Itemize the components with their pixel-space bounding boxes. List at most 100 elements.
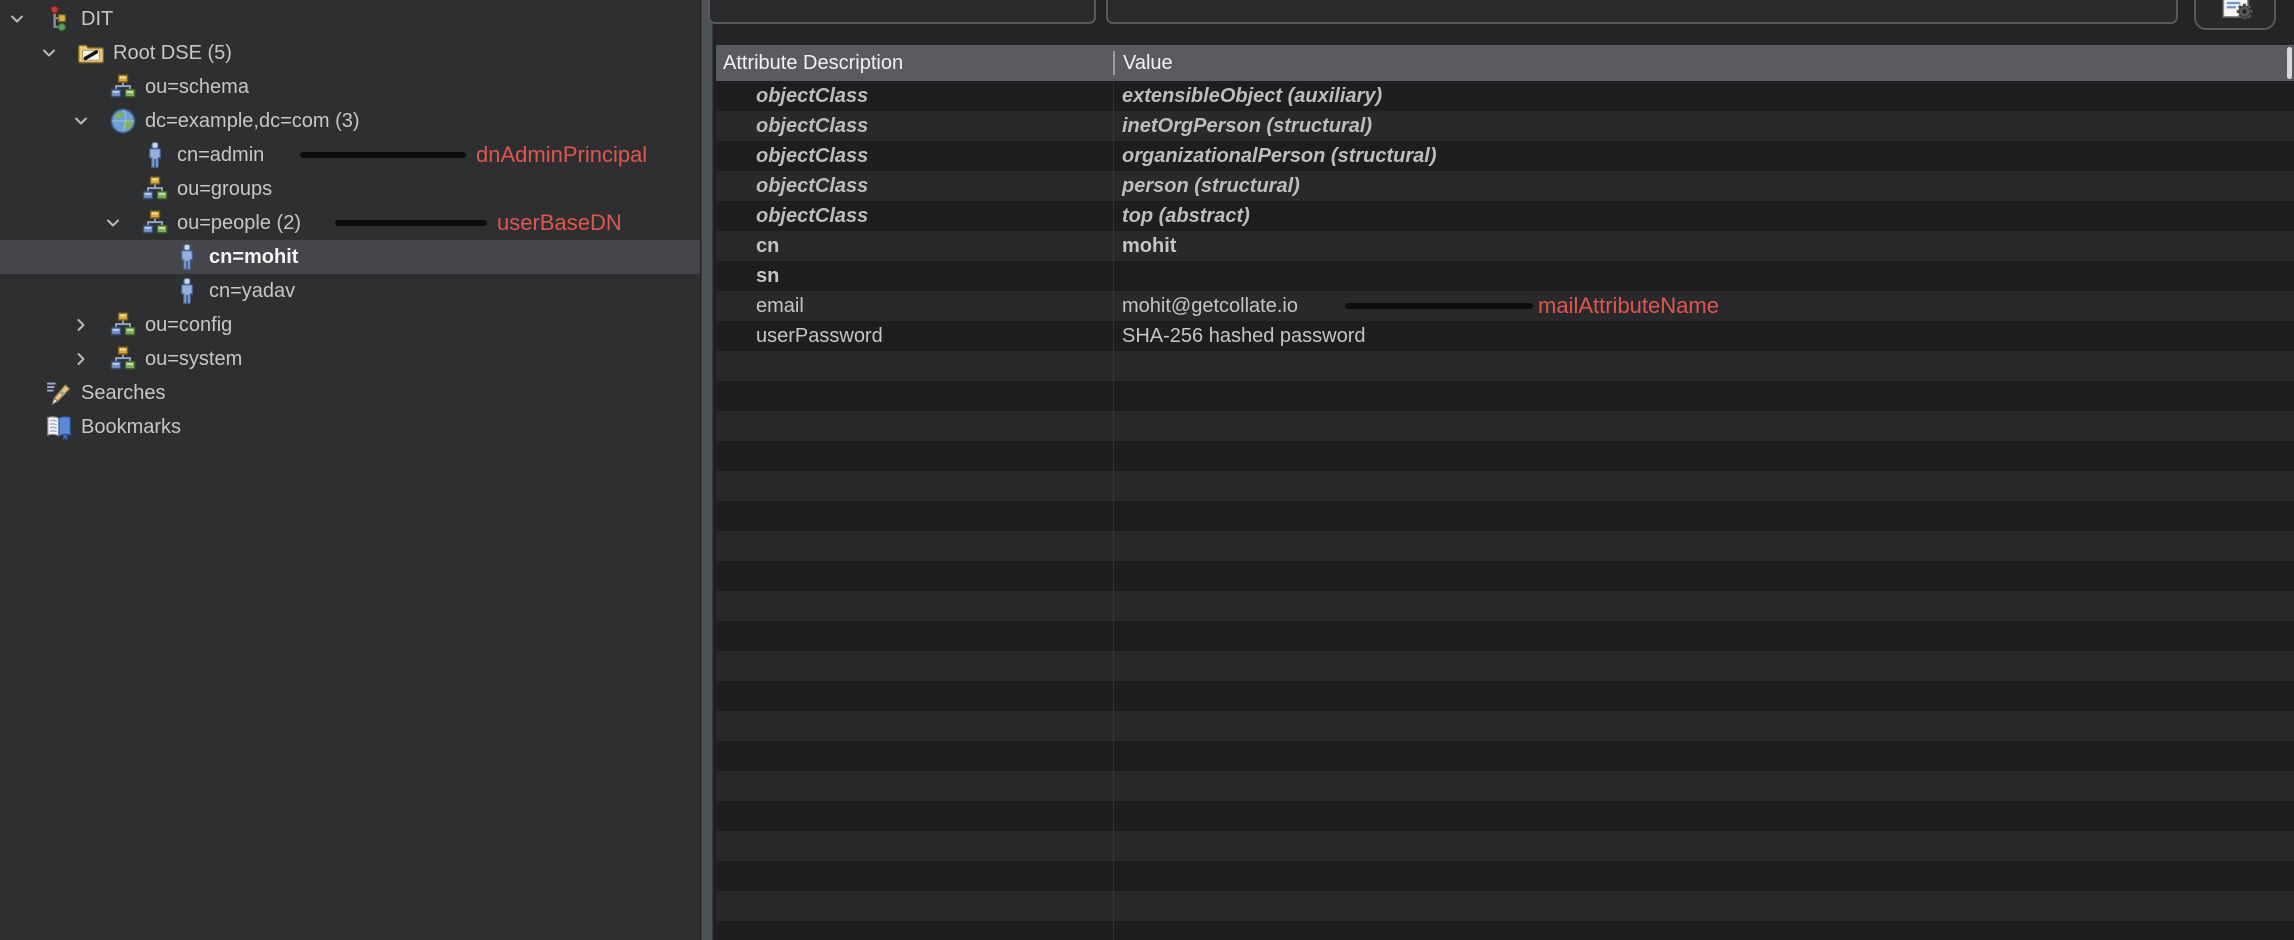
attribute-name-empty (716, 711, 1113, 741)
attribute-value-empty (1113, 621, 2294, 651)
attribute-row-objectclass[interactable]: objectClassextensibleObject (auxiliary) (716, 81, 2294, 111)
attribute-value-empty (1113, 891, 2294, 921)
attribute-value: extensibleObject (auxiliary) (1113, 81, 2294, 111)
org-icon (141, 175, 169, 203)
attribute-name-empty (716, 771, 1113, 801)
attribute-row-email[interactable]: emailmohit@getcollate.iomailAttributeNam… (716, 291, 2294, 321)
document-gear-icon (2215, 0, 2255, 26)
column-header-attribute-description[interactable]: Attribute Description (716, 52, 1113, 75)
attribute-name-empty (716, 411, 1113, 441)
attribute-row-objectclass[interactable]: objectClassorganizationalPerson (structu… (716, 141, 2294, 171)
tree-item-dit[interactable]: DIT (0, 2, 700, 36)
tree-item-label: Searches (81, 382, 166, 405)
toolbar-field-left[interactable] (708, 0, 1096, 24)
org-icon (141, 209, 169, 237)
attribute-name-empty (716, 351, 1113, 381)
attribute-value-empty (1113, 651, 2294, 681)
annotation-text: userBaseDN (497, 210, 622, 236)
vertical-scrollbar-thumb[interactable] (2287, 47, 2292, 79)
chevron-down-icon[interactable] (39, 43, 77, 63)
empty-table-row (716, 561, 2294, 591)
chevron-right-icon[interactable] (71, 349, 109, 369)
attribute-name: cn (716, 231, 1113, 261)
empty-table-row (716, 501, 2294, 531)
attribute-name-empty (716, 591, 1113, 621)
empty-table-row (716, 681, 2294, 711)
tree-item-searches[interactable]: Searches (0, 376, 700, 410)
attribute-value-empty (1113, 861, 2294, 891)
attribute-value-empty (1113, 381, 2294, 411)
tree-item-ou-config[interactable]: ou=config (0, 308, 700, 342)
ldap-browser-window: DIT Root DSE (5)ou=schema dc=example,dc=co… (0, 0, 2294, 940)
tree-item-dc-example-dc-com-3[interactable]: dc=example,dc=com (3) (0, 104, 700, 138)
attribute-value-empty (1113, 711, 2294, 741)
attribute-name: objectClass (716, 201, 1113, 231)
attribute-table-body: objectClassextensibleObject (auxiliary)o… (716, 81, 2294, 940)
tree-item-cn-mohit[interactable]: cn=mohit (0, 240, 700, 274)
dit-icon (45, 5, 73, 33)
table-header: Attribute Description Value (716, 45, 2294, 81)
attribute-value-empty (1113, 591, 2294, 621)
column-header-value[interactable]: Value (1115, 52, 1173, 75)
attribute-name: email (716, 291, 1113, 321)
annotation-line (300, 152, 466, 158)
empty-table-row (716, 621, 2294, 651)
attribute-row-sn[interactable]: sn (716, 261, 2294, 291)
entry-editor-button[interactable] (2194, 0, 2276, 30)
attribute-name-empty (716, 921, 1113, 940)
attribute-name-empty (716, 681, 1113, 711)
attribute-value: inetOrgPerson (structural) (1113, 111, 2294, 141)
tree-item-ou-system[interactable]: ou=system (0, 342, 700, 376)
tree-item-cn-admin[interactable]: cn=admindnAdminPrincipal (0, 138, 700, 172)
tree-item-cn-yadav[interactable]: cn=yadav (0, 274, 700, 308)
attribute-name-empty (716, 561, 1113, 591)
chevron-down-icon[interactable] (103, 213, 141, 233)
attribute-row-objectclass[interactable]: objectClassperson (structural) (716, 171, 2294, 201)
empty-table-row (716, 591, 2294, 621)
attribute-name: objectClass (716, 111, 1113, 141)
attribute-name-empty (716, 801, 1113, 831)
attribute-value-empty (1113, 531, 2294, 561)
panel-divider[interactable] (700, 0, 716, 940)
empty-table-row (716, 771, 2294, 801)
toolbar-field-right[interactable] (1106, 0, 2178, 24)
attribute-value-empty (1113, 411, 2294, 441)
attribute-row-objectclass[interactable]: objectClassinetOrgPerson (structural) (716, 111, 2294, 141)
attribute-name-empty (716, 501, 1113, 531)
attribute-name-empty (716, 741, 1113, 771)
attribute-row-objectclass[interactable]: objectClasstop (abstract) (716, 201, 2294, 231)
empty-table-row (716, 471, 2294, 501)
tree-item-ou-groups[interactable]: ou=groups (0, 172, 700, 206)
empty-table-row (716, 801, 2294, 831)
person-icon (141, 141, 169, 169)
attribute-value-empty (1113, 801, 2294, 831)
attribute-value-empty (1113, 501, 2294, 531)
tree-item-label: DIT (81, 8, 113, 31)
attribute-row-userpassword[interactable]: userPasswordSHA-256 hashed password (716, 321, 2294, 351)
tree-item-root-dse-5[interactable]: Root DSE (5) (0, 36, 700, 70)
attribute-name-empty (716, 621, 1113, 651)
attribute-name-empty (716, 441, 1113, 471)
empty-table-row (716, 381, 2294, 411)
chevron-right-icon[interactable] (71, 315, 109, 335)
attribute-name-empty (716, 651, 1113, 681)
chevron-down-icon[interactable] (7, 9, 45, 29)
attribute-value-empty (1113, 561, 2294, 591)
attribute-value: person (structural) (1113, 171, 2294, 201)
tree-item-label: cn=yadav (209, 280, 295, 303)
attribute-value-empty (1113, 351, 2294, 381)
globe-icon (109, 107, 137, 135)
tree-item-label: dc=example,dc=com (3) (145, 110, 360, 133)
attribute-name-empty (716, 831, 1113, 861)
tree-item-bookmarks[interactable]: Bookmarks (0, 410, 700, 444)
tree-item-ou-schema[interactable]: ou=schema (0, 70, 700, 104)
tree-item-ou-people-2[interactable]: ou=people (2)userBaseDN (0, 206, 700, 240)
chevron-down-icon[interactable] (71, 111, 109, 131)
attribute-name-empty (716, 531, 1113, 561)
empty-table-row (716, 441, 2294, 471)
annotation-text: dnAdminPrincipal (476, 142, 647, 168)
attribute-name-empty (716, 891, 1113, 921)
attribute-value-empty (1113, 441, 2294, 471)
empty-table-row (716, 531, 2294, 561)
attribute-row-cn[interactable]: cnmohit (716, 231, 2294, 261)
